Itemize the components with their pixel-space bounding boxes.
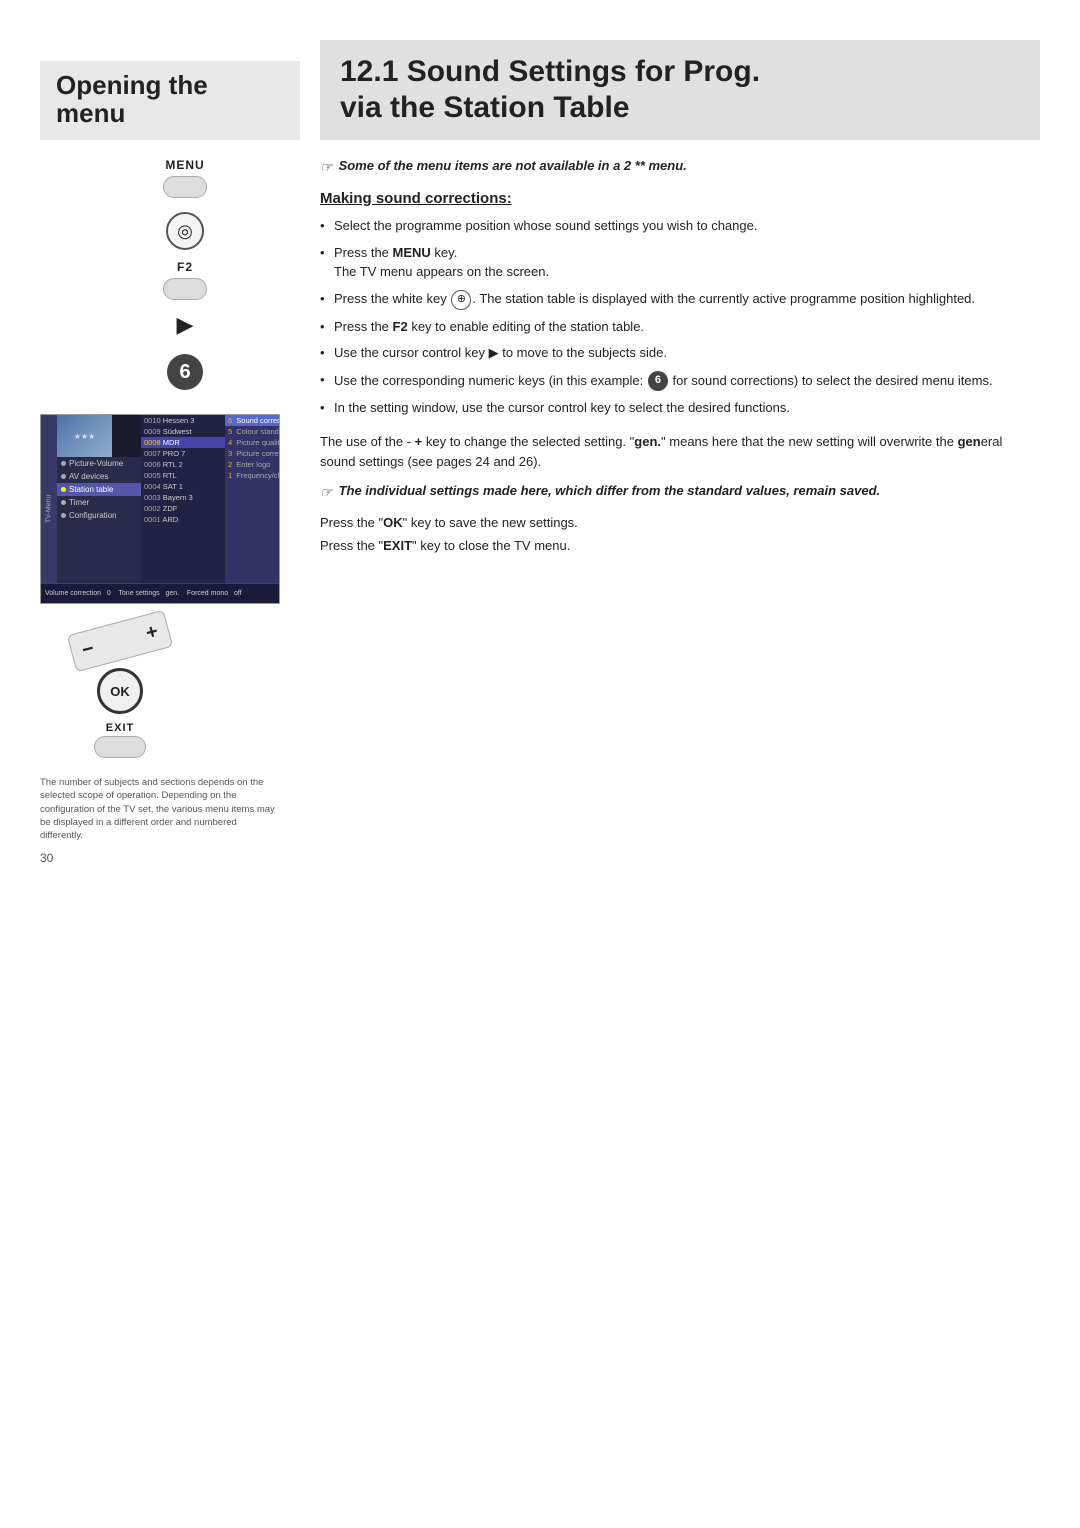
footnote: The number of subjects and sections depe… [40,776,280,867]
bullet-item-4: Press the F2 key to enable editing of th… [320,318,1040,337]
tv-station-mdr: 0008 MDR [141,437,225,448]
menu-key-group: MENU [40,158,300,198]
eye-symbol: ◎ [177,221,193,242]
opening-menu-label: Opening the menu [56,70,208,129]
right-col-header: 12.1 Sound Settings for Prog. via the St… [320,40,1040,140]
tv-label-strip: TV-Menu [41,415,57,603]
tv-menu-item-picture: Picture-Volume [57,457,141,470]
exit-label: EXIT [106,722,134,734]
tv-station-rtl2: 0006 RTL 2 [141,459,225,470]
tv-setting-picture-c: 3 Picture correct. [225,448,279,459]
subsection-title: Making sound corrections: [320,190,1040,207]
plus-minus-key: − + [67,610,173,673]
arrow-right-icon: ▶ [177,312,194,338]
header-section: Opening the menu 12.1 Sound Settings for… [40,40,1040,140]
bullet-item-7: In the setting window, use the cursor co… [320,399,1040,418]
main-title: 12.1 Sound Settings for Prog. via the St… [340,54,1020,126]
note-italic-text: Some of the menu items are not available… [339,158,687,173]
menu-key-pill [163,176,207,198]
ok-button: OK [97,668,143,714]
ok-label: OK [110,684,130,699]
tv-station-zdf: 0002 ZDF [141,503,225,514]
num6-inline: 6 [648,371,668,391]
tv-setting-sound: 6 Sound correction [225,415,279,426]
bullet-item-1: Select the programme position whose soun… [320,217,1040,236]
tv-station-hessen: 0010 Hessen 3 [141,415,225,426]
tv-menu-item-station: Station table [57,483,141,496]
bottom-icons-group: − + OK EXIT [40,618,170,758]
tv-thumbnail: ★★★ [57,415,112,457]
left-col-header: Opening the menu [40,61,320,140]
right-content: Some of the menu items are not available… [320,158,1040,1498]
bullet-list: Select the programme position whose soun… [320,217,1040,418]
content-section: MENU ◎ F2 ▶ 6 [40,158,1040,1498]
main-title-box: 12.1 Sound Settings for Prog. via the St… [320,40,1040,140]
tv-menu-item-timer: Timer [57,496,141,509]
tv-setting-freq: 1 Frequency/channel [225,470,279,481]
note-bold-italic: The individual settings made here, which… [320,483,1040,501]
eye-icon-group: ◎ [40,208,300,254]
body-text: The use of the - + key to change the sel… [320,432,1040,471]
bullet-item-6: Use the corresponding numeric keys (in t… [320,371,1040,391]
tv-station-bayern: 0003 Bayern 3 [141,492,225,503]
left-sidebar: MENU ◎ F2 ▶ 6 [40,158,320,1498]
num6-group: 6 [40,350,300,394]
tv-station-rtl: 0005 RTL [141,470,225,481]
tv-left-menu: Picture-Volume AV devices Station table … [57,457,142,583]
f2-key-label: F2 [177,260,193,274]
tv-station-pro7: 0007 PRO 7 [141,448,225,459]
white-key-circle: ⊕ [451,290,471,310]
note-italic: Some of the menu items are not available… [320,158,1040,176]
tv-status-bar: Volume correction 0 Tone settings gen. F… [41,583,279,603]
bullet-item-2: Press the MENU key.The TV menu appears o… [320,244,1040,282]
tv-setting-picture-q: 4 Picture quality [225,437,279,448]
f2-key-group: F2 [40,260,300,300]
exit-key-pill [94,736,146,758]
tv-station-sat1: 0004 SAT 1 [141,481,225,492]
num6-key: 6 [167,354,203,390]
page: Opening the menu 12.1 Sound Settings for… [0,0,1080,1528]
arrow-right-group: ▶ [40,310,300,340]
ok-save-text: Press the "OK" key to save the new setti… [320,515,1040,530]
bullet-item-3: Press the white key ⊕. The station table… [320,290,1040,310]
f2-key-pill [163,278,207,300]
tv-station-list: 0010 Hessen 3 0009 Südwest 0008 MDR 0007… [141,415,226,583]
tv-setting-logo: 2 Enter logo [225,459,279,470]
tv-menu-item-av: AV devices [57,470,141,483]
menu-key-label: MENU [165,158,204,172]
exit-close-text: Press the "EXIT" key to close the TV men… [320,538,1040,553]
tv-station-sudwest: 0009 Südwest [141,426,225,437]
section-title-box: Opening the menu [40,61,300,140]
eye-icon: ◎ [166,212,204,250]
bullet-item-5: Use the cursor control key ▶ to move to … [320,344,1040,363]
tv-station-ard: 0001 ARD [141,514,225,525]
tv-menu-item-config: Configuration [57,509,141,522]
tv-menu-screenshot: TV-Menu ★★★ Picture-Volume AV devices St… [40,414,280,604]
tv-settings-list: 6 Sound correction 5 Colour standard 4 P… [225,415,279,583]
tv-setting-colour: 5 Colour standard [225,426,279,437]
